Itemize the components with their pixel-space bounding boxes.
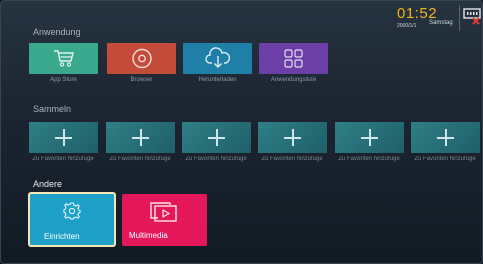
multimedia-label: Multimedia	[129, 231, 168, 240]
section-title-apps: Anwendung	[33, 27, 81, 37]
app-tile-browser[interactable]	[107, 43, 176, 74]
app-tile-app-list[interactable]	[259, 43, 328, 74]
favorite-label-3: Zu Favoriten hinzufüge	[185, 156, 247, 162]
settings-tile[interactable]: Einrichten	[28, 192, 116, 247]
plus-icon	[208, 129, 225, 146]
app-label-app-store: App Store	[50, 77, 77, 83]
favorite-slot-1[interactable]	[29, 122, 98, 153]
favorite-label-1: Zu Favoriten hinzufüge	[32, 156, 94, 162]
clock-date: 2000/1/1	[397, 23, 417, 29]
section-title-favorites: Sammeln	[33, 104, 72, 114]
clock-weekday: Samstag	[429, 20, 453, 26]
favorite-slot-3[interactable]	[182, 122, 251, 153]
app-grid-icon	[284, 49, 303, 68]
plus-icon	[437, 129, 454, 146]
favorite-label-2: Zu Favoriten hinzufüge	[109, 156, 171, 162]
gear-icon	[63, 202, 81, 220]
plus-icon	[132, 129, 149, 146]
play-screen-icon	[150, 202, 177, 222]
app-label-download: Herunterladen	[198, 77, 237, 83]
favorite-label-5: Zu Favoriten hinzufüge	[338, 156, 400, 162]
settings-label: Einrichten	[44, 232, 80, 241]
multimedia-tile[interactable]: Multimedia	[122, 194, 207, 246]
favorite-slot-4[interactable]	[258, 122, 327, 153]
shopping-cart-icon	[54, 50, 74, 67]
plus-icon	[55, 129, 72, 146]
favorite-slot-6[interactable]	[411, 122, 480, 153]
app-label-browser: Browser	[130, 77, 153, 83]
app-label-app-list: Anwendungsliste	[270, 77, 317, 83]
plus-icon	[361, 129, 378, 146]
favorite-slot-5[interactable]	[335, 122, 404, 153]
favorite-label-6: Zu Favoriten hinzufüge	[414, 156, 476, 162]
favorite-label-4: Zu Favoriten hinzufüge	[261, 156, 323, 162]
plus-icon	[284, 129, 301, 146]
favorite-slot-2[interactable]	[106, 122, 175, 153]
app-tile-app-store[interactable]	[29, 43, 98, 74]
cloud-download-icon	[205, 47, 231, 68]
browser-icon	[132, 48, 152, 69]
section-title-other: Andere	[33, 179, 63, 189]
status-divider	[459, 5, 460, 31]
app-tile-download[interactable]	[183, 43, 252, 74]
launcher-screen: 01:52 2000/1/1 Samstag Anwendung App Sto…	[0, 0, 483, 264]
ethernet-disconnected-icon	[463, 8, 481, 25]
